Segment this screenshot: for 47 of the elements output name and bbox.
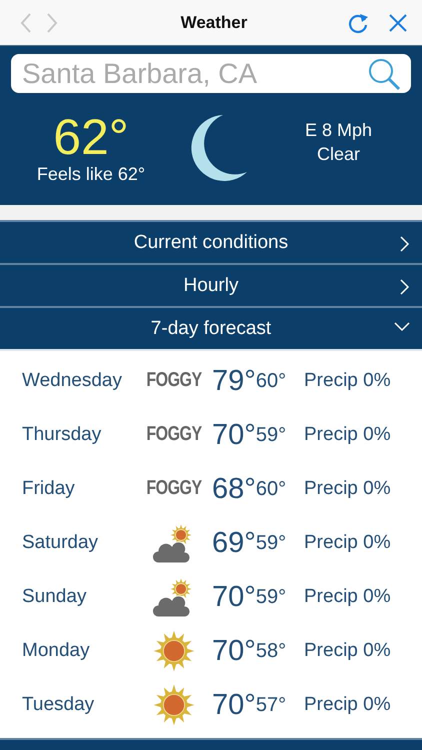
high-temperature: 70° [212, 420, 256, 450]
moon-icon [188, 114, 248, 182]
precipitation: Precip 0% [304, 694, 391, 716]
day-name: Thursday [21, 424, 102, 446]
precipitation: Precip 0% [304, 586, 391, 608]
sun-icon [152, 629, 196, 673]
window-title: Weather [180, 12, 248, 32]
precipitation: Precip 0% [304, 640, 391, 662]
day-name: Sunday [21, 586, 88, 608]
high-temperature: 68° [212, 474, 256, 504]
low-temperature: 59° [256, 424, 286, 446]
section-header[interactable]: 7-day forecast [0, 306, 422, 349]
precipitation: Precip 0% [304, 532, 391, 554]
condition: Clear [316, 144, 360, 164]
weather-label: FOGGY [146, 424, 202, 446]
day-name: Wednesday [21, 370, 123, 392]
low-temperature: 58° [256, 640, 286, 662]
weather-label: FOGGY [146, 478, 202, 500]
high-temperature: 70° [212, 690, 256, 720]
section-header[interactable]: Hourly [0, 263, 422, 306]
back-icon[interactable] [20, 12, 32, 32]
search-icon[interactable] [367, 56, 401, 90]
precipitation: Precip 0% [304, 370, 391, 392]
day-name: Monday [21, 640, 91, 662]
day-name: Saturday [21, 532, 100, 554]
day-name: Tuesday [21, 694, 96, 716]
temperature: 62° [53, 112, 129, 162]
day-name: Friday [21, 478, 76, 500]
weather-label: FOGGY [146, 370, 202, 392]
high-temperature: 79° [212, 366, 256, 396]
low-temperature: 60° [256, 370, 286, 392]
high-temperature: 70° [212, 582, 256, 612]
low-temperature: 60° [256, 478, 286, 500]
sun-icon [152, 683, 196, 727]
precipitation: Precip 0% [304, 424, 391, 446]
high-temperature: 69° [212, 528, 256, 558]
close-icon[interactable] [388, 12, 408, 32]
forward-icon[interactable] [46, 12, 58, 32]
wind: E 8 Mph [304, 120, 372, 140]
refresh-icon[interactable] [348, 12, 370, 34]
feels-like: Feels like 62° [36, 164, 146, 184]
low-temperature: 59° [256, 586, 286, 608]
low-temperature: 59° [256, 532, 286, 554]
low-temperature: 57° [256, 694, 286, 716]
high-temperature: 70° [212, 636, 256, 666]
precipitation: Precip 0% [304, 478, 391, 500]
section-header[interactable]: Current conditions [0, 220, 422, 263]
